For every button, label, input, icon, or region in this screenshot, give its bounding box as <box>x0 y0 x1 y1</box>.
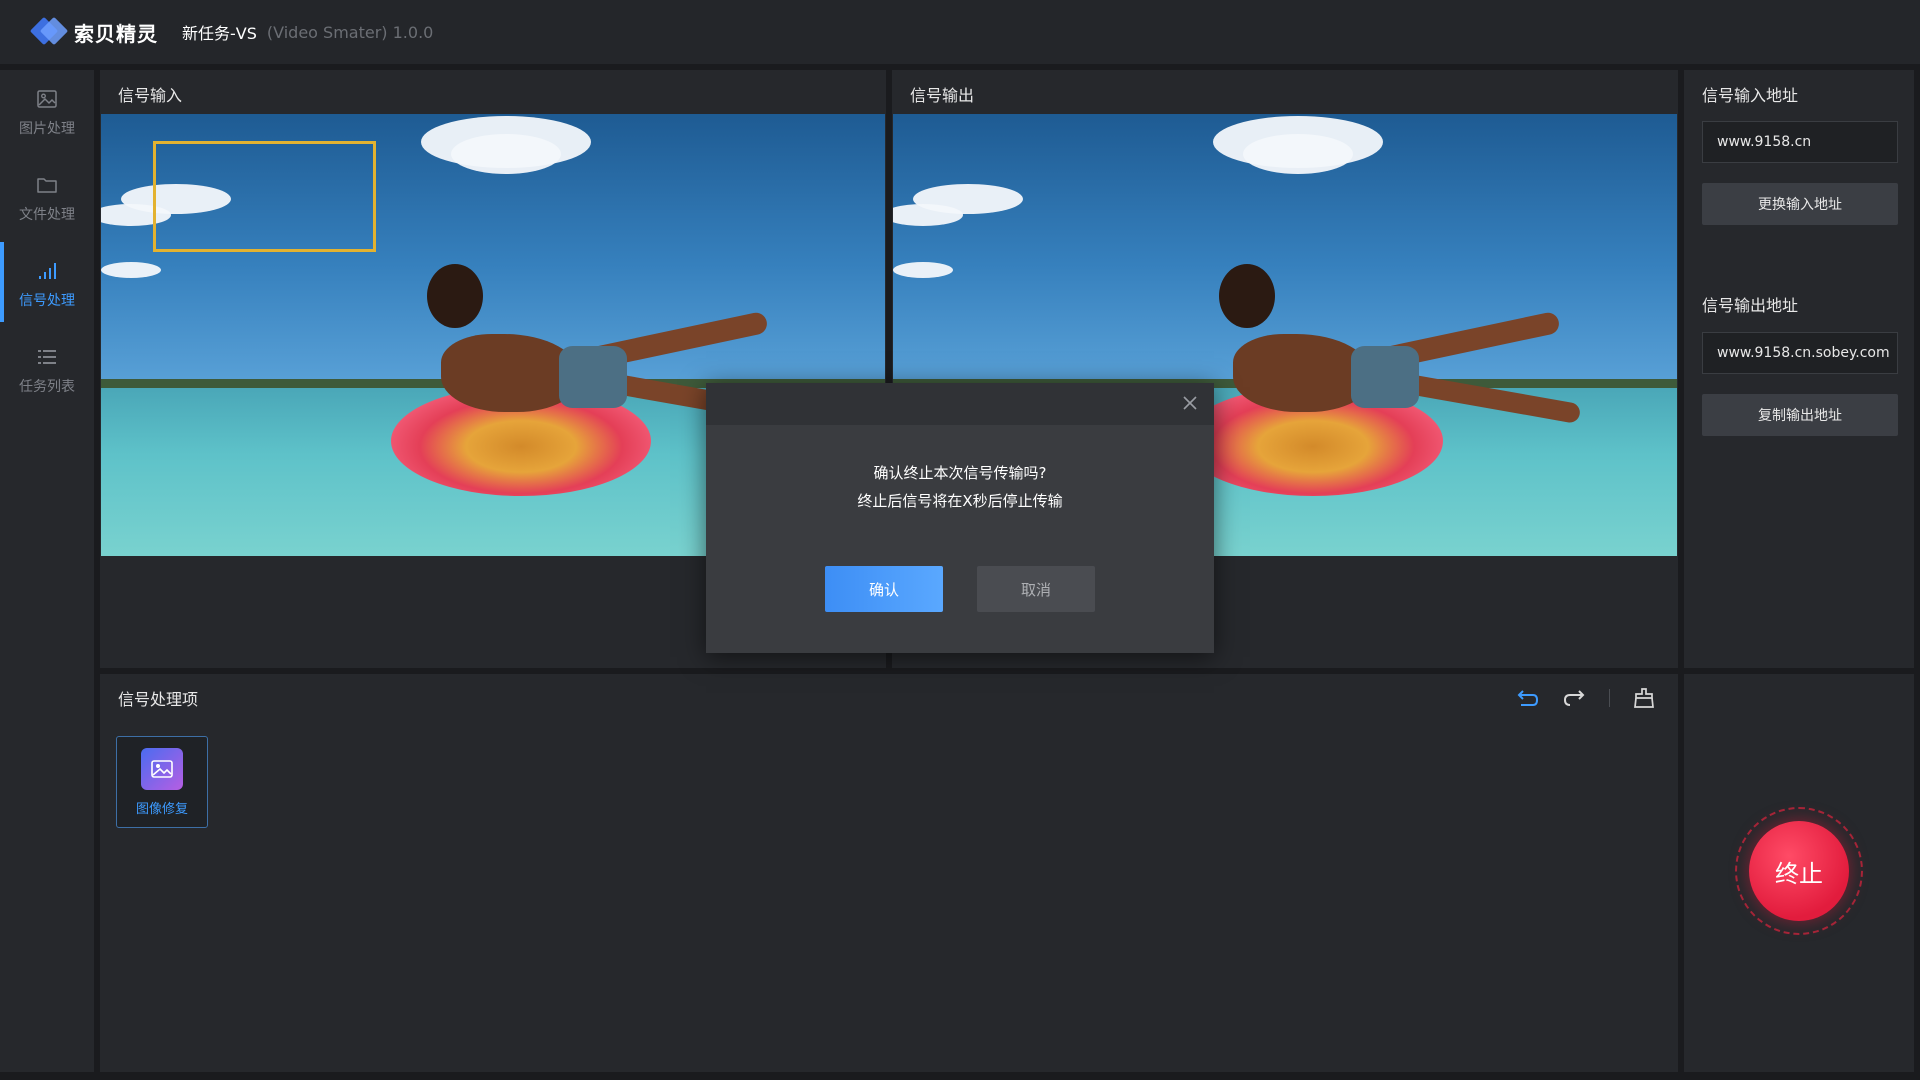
image-repair-icon <box>141 747 183 790</box>
confirm-stop-dialog: 确认终止本次信号传输吗? 终止后信号将在X秒后停止传输 确认 取消 <box>706 383 1214 653</box>
sidebar-item-label: 文件处理 <box>19 207 75 223</box>
redo-icon[interactable] <box>1561 684 1589 712</box>
image-icon <box>35 88 59 110</box>
output-address-title: 信号输出地址 <box>1702 296 1799 315</box>
confirm-button[interactable]: 确认 <box>825 566 943 612</box>
selection-region[interactable] <box>153 141 376 252</box>
app-logo: 索贝精灵 <box>29 16 158 47</box>
output-address-field[interactable]: www.9158.cn.sobey.com <box>1702 332 1898 374</box>
signal-icon <box>35 260 59 282</box>
processing-toolbar <box>1513 684 1658 712</box>
sidebar-item-label: 信号处理 <box>19 293 75 309</box>
undo-icon[interactable] <box>1513 684 1541 712</box>
processing-item-image-repair[interactable]: 图像修复 <box>116 736 208 828</box>
change-input-address-button[interactable]: 更换输入地址 <box>1702 183 1898 225</box>
sidebar-item-label: 任务列表 <box>19 379 75 395</box>
toolbar-divider <box>1609 689 1610 707</box>
copy-output-address-button[interactable]: 复制输出地址 <box>1702 394 1898 436</box>
panel-title: 信号输出 <box>910 86 975 105</box>
task-name: 新任务-VS <box>182 24 257 43</box>
sidebar-item-task-list[interactable]: 任务列表 <box>0 328 94 414</box>
top-bar: 索贝精灵 新任务-VS (Video Smater) 1.0.0 <box>0 0 1920 64</box>
list-icon <box>35 346 59 368</box>
folder-icon <box>35 174 59 196</box>
dialog-header <box>706 383 1214 425</box>
clear-icon[interactable] <box>1630 684 1658 712</box>
logo-text: 索贝精灵 <box>74 21 158 46</box>
stop-button-ring: 终止 <box>1735 807 1863 935</box>
stop-button[interactable]: 终止 <box>1749 821 1849 921</box>
address-panel: 信号输入地址 www.9158.cn 更换输入地址 信号输出地址 www.915… <box>1684 70 1914 668</box>
close-icon[interactable] <box>1180 393 1200 413</box>
input-address-field[interactable]: www.9158.cn <box>1702 121 1898 163</box>
dialog-message: 确认终止本次信号传输吗? 终止后信号将在X秒后停止传输 <box>706 459 1214 515</box>
left-sidebar: 图片处理 文件处理 信号处理 任务列表 <box>0 70 94 1072</box>
processing-panel: 信号处理项 图像修复 <box>100 674 1678 1072</box>
sidebar-item-file-processing[interactable]: 文件处理 <box>0 156 94 242</box>
cancel-button[interactable]: 取消 <box>977 566 1095 612</box>
sidebar-item-label: 图片处理 <box>19 121 75 137</box>
logo-mark-icon <box>29 16 69 46</box>
dialog-message-line1: 确认终止本次信号传输吗? <box>873 464 1047 482</box>
panel-title: 信号处理项 <box>118 690 199 709</box>
sidebar-item-signal-processing[interactable]: 信号处理 <box>0 242 94 328</box>
processing-item-label: 图像修复 <box>135 801 188 817</box>
input-address-title: 信号输入地址 <box>1702 86 1799 105</box>
dialog-message-line2: 终止后信号将在X秒后停止传输 <box>857 492 1063 510</box>
app-version: (Video Smater) 1.0.0 <box>266 22 434 42</box>
panel-title: 信号输入 <box>118 86 183 105</box>
sidebar-item-image-processing[interactable]: 图片处理 <box>0 70 94 156</box>
